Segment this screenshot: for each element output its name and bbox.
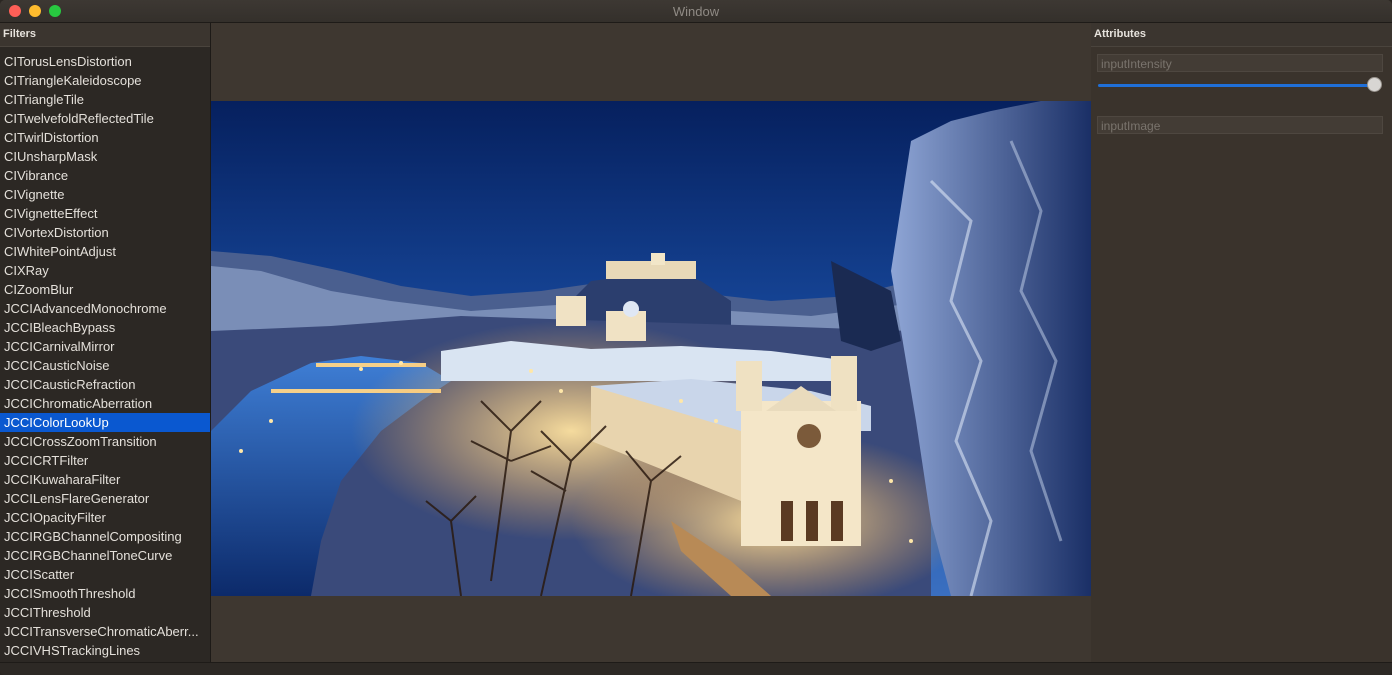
filter-list-item[interactable]: JCCIRGBChannelToneCurve (0, 546, 210, 565)
app-window: Window Filters CITorusLensDistortion CITr… (0, 0, 1392, 675)
filter-list-item[interactable]: CIUnsharpMask (0, 147, 210, 166)
input-intensity-slider-knob[interactable] (1367, 77, 1382, 92)
filter-list[interactable]: CITorusLensDistortion CITriangleKaleidosc… (0, 52, 210, 660)
filter-list-item[interactable]: CITriangleTile (0, 90, 210, 109)
attributes-header: Attributes (1091, 23, 1392, 47)
filter-list-item[interactable]: CIVignetteEffect (0, 204, 210, 223)
input-intensity-slider-track[interactable] (1098, 84, 1374, 87)
filter-list-item[interactable]: CITwirlDistortion (0, 128, 210, 147)
filter-list-item[interactable]: JCCIRGBChannelCompositing (0, 527, 210, 546)
input-intensity-field[interactable]: inputIntensity (1097, 54, 1383, 72)
preview-area (211, 23, 1091, 662)
input-image-field[interactable]: inputImage (1097, 116, 1383, 134)
filter-list-item[interactable]: CITwelvefoldReflectedTile (0, 109, 210, 128)
filter-list-item[interactable]: JCCITransverseChromaticAberr... (0, 622, 210, 641)
filter-list-item[interactable]: JCCIColorLookUp (0, 413, 210, 432)
filter-list-item[interactable]: JCCICarnivalMirror (0, 337, 210, 356)
filter-list-item[interactable]: CIVibrance (0, 166, 210, 185)
filter-list-item[interactable]: CIXRay (0, 261, 210, 280)
filter-list-item[interactable]: JCCICRTFilter (0, 451, 210, 470)
filters-header: Filters (0, 23, 210, 47)
city-night-photo (211, 101, 1091, 596)
filter-list-item[interactable]: JCCILensFlareGenerator (0, 489, 210, 508)
title-bar[interactable]: Window (0, 0, 1392, 23)
filter-list-item[interactable]: CIWhitePointAdjust (0, 242, 210, 261)
filter-list-item[interactable]: JCCIOpacityFilter (0, 508, 210, 527)
attributes-panel: Attributes inputIntensity inputImage (1091, 23, 1392, 662)
filter-list-item[interactable]: JCCICausticNoise (0, 356, 210, 375)
window-title: Window (672, 4, 720, 19)
filter-list-item[interactable]: CIVignette (0, 185, 210, 204)
filter-list-item[interactable]: CIZoomBlur (0, 280, 210, 299)
filter-list-item[interactable]: JCCIScatter (0, 565, 210, 584)
filter-list-item[interactable]: JCCIChromaticAberration (0, 394, 210, 413)
filter-list-item[interactable]: CIVortexDistortion (0, 223, 210, 242)
filter-list-item[interactable]: JCCISmoothThreshold (0, 584, 210, 603)
filter-list-item[interactable]: JCCIAdvancedMonochrome (0, 299, 210, 318)
filter-list-item[interactable]: JCCIVHSTrackingLines (0, 641, 210, 660)
filter-list-item[interactable]: CITorusLensDistortion (0, 52, 210, 71)
filter-list-item[interactable]: JCCIKuwaharaFilter (0, 470, 210, 489)
filter-list-item[interactable]: JCCICrossZoomTransition (0, 432, 210, 451)
filter-list-item[interactable]: JCCIBleachBypass (0, 318, 210, 337)
filters-sidebar: Filters CITorusLensDistortion CITriangleK… (0, 23, 211, 662)
filter-list-item[interactable]: JCCIThreshold (0, 603, 210, 622)
filter-list-item[interactable]: CITriangleKaleidoscope (0, 71, 210, 90)
filter-list-item[interactable]: JCCICausticRefraction (0, 375, 210, 394)
preview-image (211, 101, 1091, 596)
window-bottom-bar (0, 662, 1392, 675)
